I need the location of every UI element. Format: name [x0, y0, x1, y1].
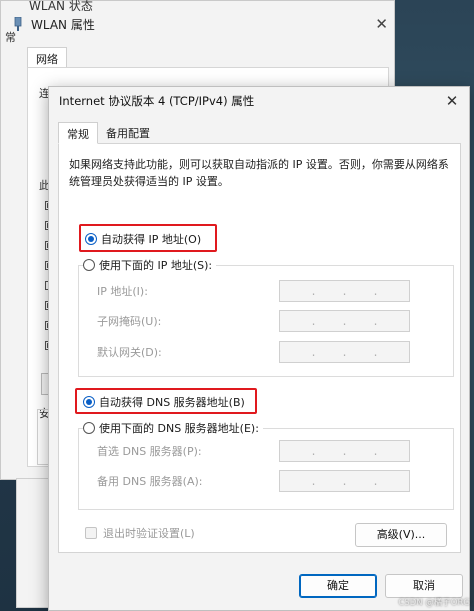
validate-settings-label: 退出时验证设置(L)	[103, 527, 195, 540]
default-gateway-input[interactable]: ...	[279, 341, 410, 363]
ip-manual-option[interactable]: 使用下面的 IP 地址(S):	[83, 257, 217, 273]
preferred-dns-input[interactable]: ...	[279, 440, 410, 462]
dialog-titlebar: Internet 协议版本 4 (TCP/IPv4) 属性 ✕	[49, 87, 469, 115]
ip-auto-label: 自动获得 IP 地址(O)	[101, 233, 202, 246]
subnet-mask-label: 子网掩码(U):	[97, 315, 162, 328]
tab-general[interactable]: 常规	[58, 122, 98, 144]
wlan-properties-title: WLAN 属性	[31, 17, 95, 32]
validate-settings-option[interactable]: 退出时验证设置(L)	[85, 525, 195, 541]
wlan-properties-tabs: 网络	[27, 47, 67, 70]
side-text-fragment: 常	[5, 31, 16, 44]
dialog-title: Internet 协议版本 4 (TCP/IPv4) 属性	[59, 94, 255, 108]
csdn-watermark: CSDN @橘子ORG	[398, 598, 470, 608]
ok-button[interactable]: 确定	[299, 574, 377, 598]
description-text: 如果网络支持此功能，则可以获取自动指派的 IP 设置。否则，你需要从网络系统管理…	[69, 158, 449, 188]
ip-address-input[interactable]: ...	[279, 280, 410, 302]
ip-manual-radio[interactable]	[83, 259, 95, 271]
default-gateway-label: 默认网关(D):	[97, 346, 162, 359]
ip-auto-option[interactable]: 自动获得 IP 地址(O)	[85, 231, 201, 247]
ip-address-row: IP 地址(I): ...	[97, 280, 410, 302]
subnet-mask-row: 子网掩码(U): ...	[97, 310, 410, 332]
dialog-tabs: 常规 备用配置	[58, 122, 158, 144]
dns-auto-label: 自动获得 DNS 服务器地址(B)	[99, 396, 245, 409]
general-tab-panel: 如果网络支持此功能，则可以获取自动指派的 IP 设置。否则，你需要从网络系统管理…	[58, 143, 461, 553]
tab-alternate-configuration[interactable]: 备用配置	[98, 122, 158, 144]
ipv4-properties-dialog: Internet 协议版本 4 (TCP/IPv4) 属性 ✕ 常规 备用配置 …	[48, 86, 470, 611]
wlan-properties-titlebar: WLAN 属性 ✕	[1, 11, 396, 37]
ip-address-label: IP 地址(I):	[97, 285, 148, 298]
dns-manual-radio[interactable]	[83, 422, 95, 434]
alternate-dns-label: 备用 DNS 服务器(A):	[97, 475, 203, 488]
dns-auto-option[interactable]: 自动获得 DNS 服务器地址(B)	[83, 394, 245, 410]
default-gateway-row: 默认网关(D): ...	[97, 341, 410, 363]
dns-auto-radio[interactable]	[83, 396, 95, 408]
dns-manual-option[interactable]: 使用下面的 DNS 服务器地址(E):	[83, 420, 263, 436]
ip-auto-radio[interactable]	[85, 233, 97, 245]
validate-settings-checkbox[interactable]	[85, 527, 97, 539]
wlan-properties-close-button[interactable]: ✕	[375, 15, 388, 33]
subnet-mask-input[interactable]: ...	[279, 310, 410, 332]
background-window-edge	[16, 478, 50, 608]
alternate-dns-input[interactable]: ...	[279, 470, 410, 492]
dns-manual-label: 使用下面的 DNS 服务器地址(E):	[99, 422, 259, 435]
cancel-button[interactable]: 取消	[385, 574, 463, 598]
preferred-dns-row: 首选 DNS 服务器(P): ...	[97, 440, 410, 462]
ip-manual-label: 使用下面的 IP 地址(S):	[99, 259, 213, 272]
close-button[interactable]: ✕	[443, 92, 461, 110]
advanced-button[interactable]: 高级(V)...	[355, 523, 447, 547]
alternate-dns-row: 备用 DNS 服务器(A): ...	[97, 470, 410, 492]
preferred-dns-label: 首选 DNS 服务器(P):	[97, 445, 202, 458]
